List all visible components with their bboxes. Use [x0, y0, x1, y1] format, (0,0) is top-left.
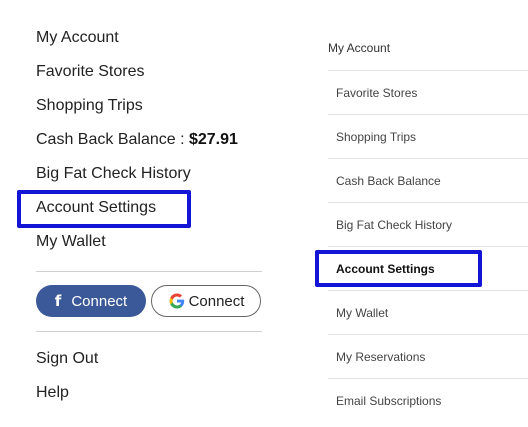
sidebar-divider [328, 114, 528, 115]
google-connect-label: Connect [188, 292, 245, 310]
menu-item-my-wallet[interactable]: My Wallet [36, 233, 106, 251]
sidebar-item-cash-back-balance[interactable]: Cash Back Balance [336, 174, 441, 188]
menu-divider-top [36, 271, 262, 272]
menu-item-my-account[interactable]: My Account [36, 29, 119, 47]
sidebar-title-my-account[interactable]: My Account [328, 41, 390, 55]
menu-item-big-fat-check-history[interactable]: Big Fat Check History [36, 165, 191, 183]
google-icon [169, 293, 184, 309]
menu-divider-bottom [36, 331, 262, 332]
sidebar-item-email-subscriptions[interactable]: Email Subscriptions [336, 394, 441, 408]
sidebar-divider [328, 158, 528, 159]
sidebar-divider [328, 70, 528, 71]
menu-item-cash-back-balance[interactable]: Cash Back Balance : $27.91 [36, 131, 238, 149]
menu-item-help[interactable]: Help [36, 384, 69, 402]
sidebar-item-my-wallet[interactable]: My Wallet [336, 306, 388, 320]
sidebar-divider [328, 246, 528, 247]
account-settings-highlight-box [17, 190, 191, 228]
facebook-icon: f [54, 292, 62, 310]
cash-back-label: Cash Back Balance : [36, 131, 189, 148]
facebook-connect-button[interactable]: f Connect [36, 285, 146, 317]
sidebar-item-big-fat-check-history[interactable]: Big Fat Check History [336, 218, 452, 232]
account-sidebar: My Account Favorite Stores Shopping Trip… [315, 26, 528, 427]
sidebar-divider [328, 202, 528, 203]
sidebar-item-shopping-trips[interactable]: Shopping Trips [336, 130, 416, 144]
cash-back-value: $27.91 [188, 131, 238, 148]
sidebar-item-my-reservations[interactable]: My Reservations [336, 350, 425, 364]
menu-item-sign-out[interactable]: Sign Out [36, 350, 98, 368]
sidebar-divider [328, 334, 528, 335]
sidebar-divider [328, 290, 528, 291]
account-dropdown-menu: My Account Favorite Stores Shopping Trip… [0, 0, 290, 427]
sidebar-item-favorite-stores[interactable]: Favorite Stores [336, 86, 417, 100]
sidebar-divider [328, 378, 528, 379]
menu-item-favorite-stores[interactable]: Favorite Stores [36, 63, 144, 81]
google-connect-button[interactable]: Connect [151, 285, 261, 317]
facebook-connect-label: Connect [71, 292, 128, 310]
sidebar-account-settings-highlight-box [315, 250, 482, 287]
menu-item-shopping-trips[interactable]: Shopping Trips [36, 97, 143, 115]
